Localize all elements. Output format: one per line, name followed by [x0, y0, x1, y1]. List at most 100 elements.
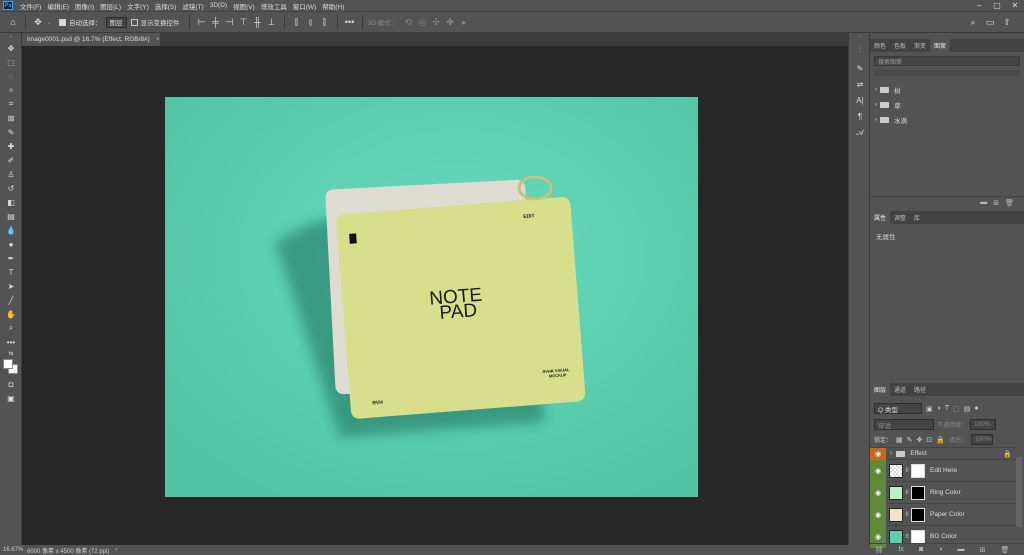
lock-artboard-icon[interactable]: ⊡	[926, 436, 932, 444]
layer-thumbnail[interactable]	[889, 529, 903, 544]
link-icon[interactable]: 8	[903, 512, 911, 518]
lock-position-icon[interactable]: ✥	[917, 436, 923, 444]
menu-plugins[interactable]: 增效工具	[258, 1, 290, 11]
menu-file[interactable]: 文件(F)	[17, 1, 44, 11]
tab-properties[interactable]: 属性	[870, 211, 891, 224]
link-icon[interactable]: 8	[903, 468, 911, 474]
history-brush-tool-icon[interactable]: ↺	[0, 181, 22, 195]
chevron-down-icon[interactable]: ⌄	[45, 19, 53, 26]
eyedropper-tool-icon[interactable]: ✎	[0, 125, 22, 139]
lasso-tool-icon[interactable]: ◌	[0, 69, 22, 83]
link-icon[interactable]: 8	[903, 534, 911, 540]
tab-patterns[interactable]: 图案	[930, 39, 951, 52]
zoom-tool-icon[interactable]: ⌕	[0, 321, 22, 335]
layer-thumbnail[interactable]	[889, 485, 903, 500]
crop-tool-icon[interactable]: ⌗	[0, 97, 22, 111]
eraser-tool-icon[interactable]: ◧	[0, 195, 22, 209]
more-options-icon[interactable]: •••	[343, 17, 357, 27]
visibility-eye-icon[interactable]: ◉	[870, 481, 886, 504]
3d-rotate-icon[interactable]: ⟲	[401, 17, 415, 28]
maximize-icon[interactable]: ▢	[988, 0, 1006, 11]
menu-layer[interactable]: 图层(L)	[97, 1, 124, 11]
pattern-size-slider[interactable]	[874, 70, 1020, 76]
menu-image[interactable]: 图像(I)	[72, 1, 97, 11]
distribute-left-icon[interactable]: ⫿	[290, 17, 304, 28]
lock-transparent-icon[interactable]: ▦	[896, 436, 903, 444]
visibility-eye-icon[interactable]: ◉	[870, 503, 886, 526]
home-icon[interactable]: ⌂	[6, 17, 20, 27]
add-mask-icon[interactable]: ◙	[919, 546, 923, 553]
layer-row-ring-color[interactable]: ◉ 8 Ring Color	[870, 481, 1016, 504]
move-tool-icon[interactable]: ✥	[0, 41, 22, 55]
close-window-icon[interactable]: ✕	[1006, 0, 1024, 11]
type-tool-icon[interactable]: T	[0, 265, 22, 279]
path-selection-tool-icon[interactable]: ➤	[0, 279, 22, 293]
show-transform-checkbox[interactable]	[130, 18, 138, 26]
move-tool-icon[interactable]: ✥	[31, 17, 45, 28]
filter-pixel-icon[interactable]: ▣	[926, 405, 933, 413]
tab-libraries[interactable]: 库	[910, 211, 924, 224]
hand-tool-icon[interactable]: ✋	[0, 307, 22, 321]
distribute-center-icon[interactable]: ⫾	[304, 17, 318, 28]
filter-toggle-icon[interactable]: ●	[974, 405, 978, 412]
layer-style-icon[interactable]: fx	[898, 546, 903, 553]
magic-wand-tool-icon[interactable]: ✧	[0, 83, 22, 97]
delete-icon[interactable]: 🗑	[1005, 199, 1014, 207]
align-bottom-icon[interactable]: ⊥	[265, 17, 279, 28]
collapse-arrows-icon[interactable]: »	[0, 33, 22, 41]
dodge-tool-icon[interactable]: ●	[0, 237, 22, 251]
lock-pixels-icon[interactable]: ✎	[907, 436, 913, 444]
collapse-arrows-icon[interactable]: «	[849, 33, 871, 41]
3d-roll-icon[interactable]: ◎	[415, 17, 429, 28]
menu-select[interactable]: 选择(S)	[152, 1, 180, 11]
brush-settings-icon[interactable]: ✎	[849, 59, 871, 77]
layers-scrollbar[interactable]	[1016, 457, 1022, 527]
menu-3d[interactable]: 3D(D)	[207, 2, 230, 9]
3d-drag-icon[interactable]: ✣	[429, 17, 443, 28]
new-pattern-icon[interactable]: ⊞	[993, 199, 999, 207]
distribute-right-icon[interactable]: ⫿	[318, 17, 332, 28]
pattern-group-tree[interactable]: › 树	[870, 82, 1024, 97]
filter-smart-icon[interactable]: ▤	[964, 405, 971, 413]
align-left-icon[interactable]: ⊢	[195, 17, 209, 28]
3d-camera-icon[interactable]: ▸	[457, 17, 471, 28]
document-tab[interactable]: Image0001.psd @ 16.7% (Effect, RGB/8#) ×	[22, 33, 160, 46]
menu-window[interactable]: 窗口(W)	[290, 1, 319, 11]
tab-channels[interactable]: 通道	[890, 383, 910, 396]
swap-colors-icon[interactable]: ⇆	[0, 349, 22, 357]
line-tool-icon[interactable]: ╱	[0, 293, 22, 307]
align-right-icon[interactable]: ⊣	[223, 17, 237, 28]
chevron-right-icon[interactable]: ›	[890, 450, 892, 457]
healing-brush-tool-icon[interactable]: ✚	[0, 139, 22, 153]
frame-tool-icon[interactable]: ⊠	[0, 111, 22, 125]
layer-mask-thumbnail[interactable]	[911, 507, 925, 522]
canvas-area[interactable]: EDIT NOTE PAD RVH RVHR VISUAL MOCKUP	[22, 46, 848, 545]
close-tab-icon[interactable]: ×	[156, 36, 160, 43]
pattern-group-water[interactable]: › 水滴	[870, 112, 1024, 127]
menu-help[interactable]: 帮助(H)	[319, 1, 347, 11]
tab-swatches[interactable]: 色板	[890, 39, 910, 52]
filter-type-icon[interactable]: T	[945, 405, 949, 412]
clone-stamp-tool-icon[interactable]: ♙	[0, 167, 22, 181]
layer-mask-thumbnail[interactable]	[911, 485, 925, 500]
filter-adjust-icon[interactable]: ◑	[937, 405, 941, 412]
tab-adjustments[interactable]: 调整	[890, 211, 910, 224]
tab-layers[interactable]: 图层	[870, 383, 891, 396]
tab-color[interactable]: 颜色	[870, 39, 890, 52]
lock-all-icon[interactable]: 🔒	[936, 436, 945, 444]
opacity-input[interactable]: 100%	[970, 419, 997, 430]
link-icon[interactable]: 8	[903, 490, 911, 496]
layer-mask-thumbnail[interactable]	[911, 463, 925, 478]
menu-type[interactable]: 文字(Y)	[124, 1, 152, 11]
new-group-icon[interactable]: ▬	[958, 546, 965, 553]
pattern-search-input[interactable]: 搜索图案	[874, 56, 1020, 66]
workspace-icon[interactable]: ▭	[983, 17, 997, 28]
new-group-icon[interactable]: ▬	[980, 199, 987, 206]
tab-gradients[interactable]: 渐变	[910, 39, 930, 52]
document-canvas[interactable]: EDIT NOTE PAD RVH RVHR VISUAL MOCKUP	[165, 97, 698, 497]
share-icon[interactable]: ⇪	[1000, 17, 1014, 28]
3d-slide-icon[interactable]: ✤	[443, 17, 457, 28]
auto-select-dropdown[interactable]: 图层	[105, 16, 127, 28]
align-top-icon[interactable]: ⊤	[237, 17, 251, 28]
menu-filter[interactable]: 滤镜(T)	[179, 1, 206, 11]
